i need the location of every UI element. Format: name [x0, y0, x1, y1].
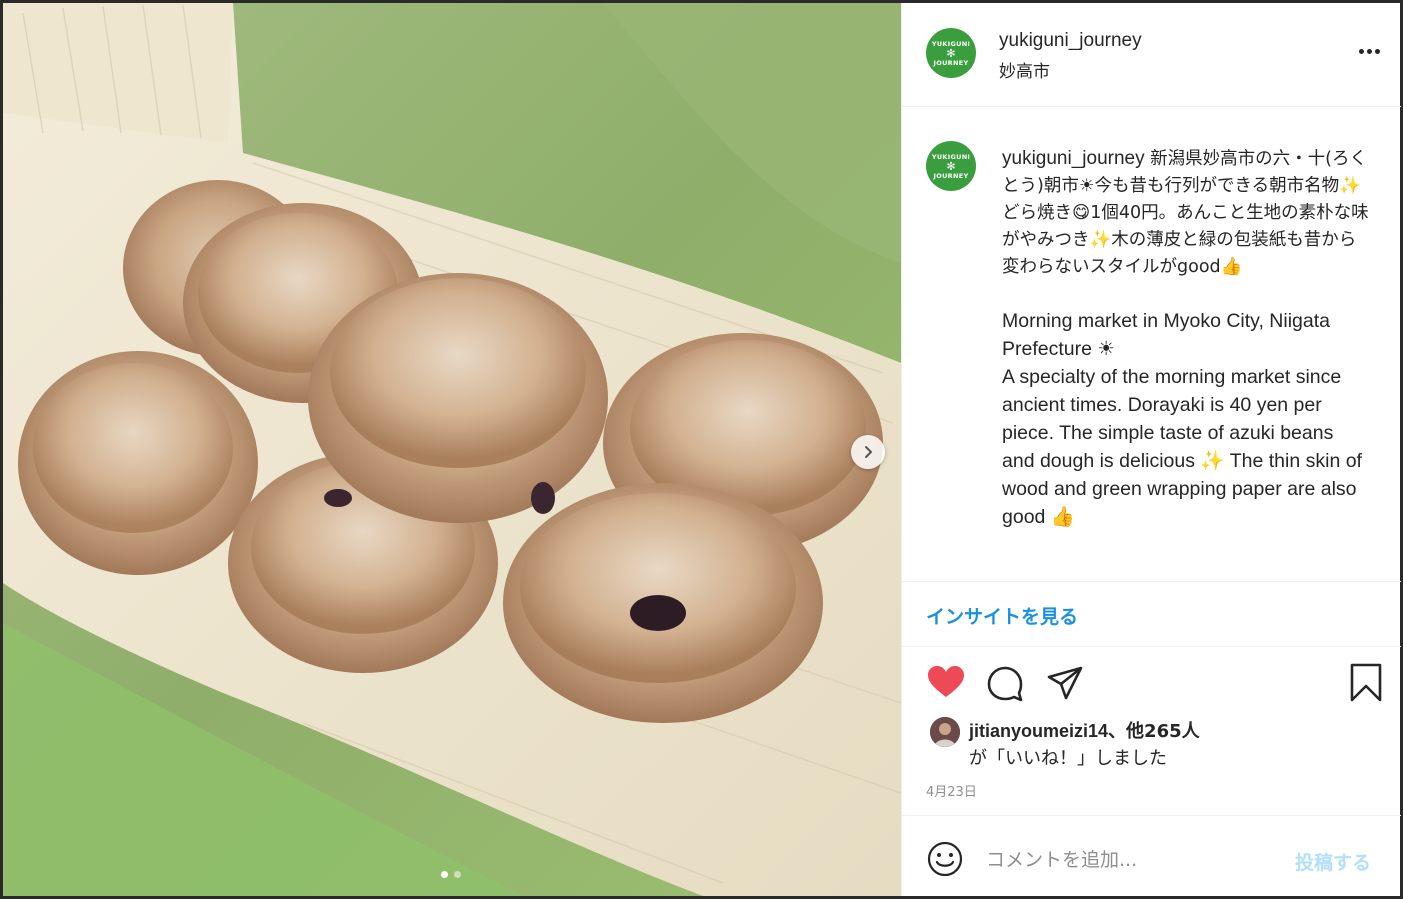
liker-avatar[interactable]	[930, 717, 960, 747]
more-options-button[interactable]	[1354, 39, 1384, 63]
carousel-next-button[interactable]	[851, 435, 885, 469]
more-dot-icon	[1358, 48, 1364, 54]
avatar[interactable]: YUKIGUNI ✻ JOURNEY	[926, 28, 976, 78]
bookmark-icon	[1350, 663, 1382, 702]
smiley-icon	[927, 841, 963, 877]
heart-icon	[928, 666, 964, 697]
post-location[interactable]: 妙高市	[999, 57, 1050, 82]
caption-text: yukiguni_journey 新潟県妙高市の六・十(ろくとう)朝市☀今も昔も…	[1002, 145, 1370, 532]
post-date[interactable]: 4月23日	[926, 781, 977, 800]
post-comment-button[interactable]: 投稿する	[1295, 848, 1371, 875]
liker-avatar-image	[930, 717, 960, 747]
liker-username[interactable]: jitianyoumeizi14	[969, 721, 1108, 741]
avatar-text-bottom: JOURNEY	[933, 171, 969, 180]
likes-line: jitianyoumeizi14、他265人	[969, 717, 1200, 743]
save-button[interactable]	[1346, 663, 1386, 703]
carousel-dot-active	[441, 871, 448, 878]
comment-bar: 投稿する	[902, 815, 1401, 896]
carousel-dots	[441, 871, 461, 878]
view-insights-link[interactable]: インサイトを見る	[926, 602, 1078, 629]
post-header: YUKIGUNI ✻ JOURNEY yukiguni_journey 妙高市	[902, 3, 1401, 107]
comment-icon	[987, 666, 1023, 702]
post-username[interactable]: yukiguni_journey	[999, 30, 1142, 52]
emoji-button[interactable]	[926, 840, 964, 878]
carousel-dot	[454, 871, 461, 878]
comment-input[interactable]	[986, 845, 1286, 875]
snowflake-icon: ✻	[946, 159, 956, 173]
caption-en: Morning market in Myoko City, Niigata Pr…	[1002, 310, 1362, 528]
likes-others[interactable]: 、他265人	[1108, 721, 1200, 742]
caption-area: YUKIGUNI ✻ JOURNEY yukiguni_journey 新潟県妙…	[902, 108, 1401, 582]
insight-section: インサイトを見る	[902, 581, 1401, 647]
share-button[interactable]	[1045, 663, 1085, 703]
like-button[interactable]	[926, 663, 966, 703]
caption-avatar[interactable]: YUKIGUNI ✻ JOURNEY	[926, 141, 976, 191]
more-dot-icon	[1374, 48, 1380, 54]
action-bar	[902, 663, 1401, 707]
likes-suffix: が「いいね！」しました	[969, 748, 1167, 769]
caption-username[interactable]: yukiguni_journey	[1002, 148, 1145, 169]
avatar-text-bottom: JOURNEY	[933, 58, 969, 67]
chevron-right-icon	[865, 446, 872, 458]
post-side-panel: YUKIGUNI ✻ JOURNEY yukiguni_journey 妙高市 …	[901, 3, 1401, 896]
comment-button[interactable]	[985, 663, 1025, 703]
post-photo[interactable]	[3, 3, 901, 896]
more-dot-icon	[1366, 48, 1372, 54]
snowflake-icon: ✻	[946, 46, 956, 60]
dorayaki-image	[3, 3, 901, 896]
send-icon	[1047, 666, 1083, 700]
